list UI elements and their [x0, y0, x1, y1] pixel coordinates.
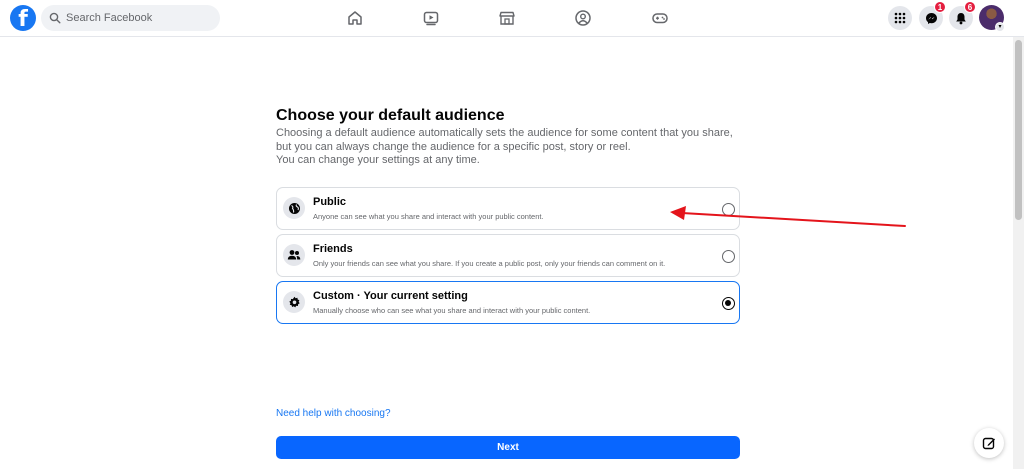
page-scrollbar[interactable]: [1013, 37, 1024, 469]
option-icon-wrap: [283, 291, 305, 313]
bell-icon: [956, 12, 966, 24]
compose-icon: [982, 437, 995, 450]
description-line: Choosing a default audience automaticall…: [276, 127, 733, 139]
help-link[interactable]: Need help with choosing?: [276, 408, 391, 419]
notifications-badge: 6: [964, 1, 976, 13]
option-description: Anyone can see what you share and intera…: [313, 212, 544, 221]
radio-friends[interactable]: [722, 250, 735, 263]
messenger-icon: [925, 12, 937, 24]
option-description: Only your friends can see what you share…: [313, 259, 666, 268]
friends-icon: [287, 250, 301, 260]
option-icon-wrap: [283, 197, 305, 219]
new-message-button[interactable]: [974, 428, 1004, 458]
description-line: You can change your settings at any time…: [276, 154, 480, 166]
option-label: Friends: [313, 243, 353, 255]
default-audience-panel: Choose your default audience Choosing a …: [276, 107, 740, 459]
nav-home[interactable]: [345, 8, 365, 28]
messenger-badge: 1: [934, 1, 946, 13]
notifications-button[interactable]: 6: [949, 1, 976, 30]
grid-menu-icon: [894, 12, 906, 24]
audience-option-custom[interactable]: Custom · Your current setting Manually c…: [276, 281, 740, 324]
option-icon-wrap: [283, 244, 305, 266]
nav-gaming[interactable]: [650, 8, 670, 28]
gaming-icon: [652, 13, 668, 24]
facebook-logo[interactable]: f: [10, 5, 36, 31]
nav-video[interactable]: [421, 8, 441, 28]
marketplace-icon: [499, 11, 515, 25]
radio-custom[interactable]: [722, 297, 735, 310]
page-title: Choose your default audience: [276, 107, 505, 124]
page-description: Choosing a default audience automaticall…: [276, 127, 740, 168]
search-input[interactable]: [66, 12, 206, 24]
search-box[interactable]: [41, 5, 220, 31]
top-navigation-bar: f 1 6 ▾: [0, 0, 1024, 37]
video-icon: [423, 11, 439, 26]
nav-marketplace[interactable]: [497, 8, 517, 28]
logo-letter: f: [18, 7, 28, 31]
annotation-arrow: [670, 206, 906, 227]
option-description: Manually choose who can see what you sha…: [313, 306, 591, 315]
audience-option-friends[interactable]: Friends Only your friends can see what y…: [276, 234, 740, 277]
home-icon: [348, 11, 362, 25]
menu-button[interactable]: [888, 6, 912, 30]
globe-icon: [288, 202, 300, 214]
option-label: Custom · Your current setting: [313, 290, 468, 302]
scrollbar-thumb[interactable]: [1015, 40, 1022, 220]
option-label: Public: [313, 196, 347, 208]
description-line: but you can always change the audience f…: [276, 140, 631, 153]
chevron-down-icon[interactable]: ▾: [995, 22, 1005, 32]
gear-icon: [288, 296, 300, 307]
groups-icon: [575, 10, 591, 26]
messenger-button[interactable]: 1: [919, 1, 946, 30]
next-button[interactable]: Next: [276, 436, 740, 459]
nav-groups[interactable]: [573, 8, 593, 28]
search-icon: [49, 12, 61, 24]
